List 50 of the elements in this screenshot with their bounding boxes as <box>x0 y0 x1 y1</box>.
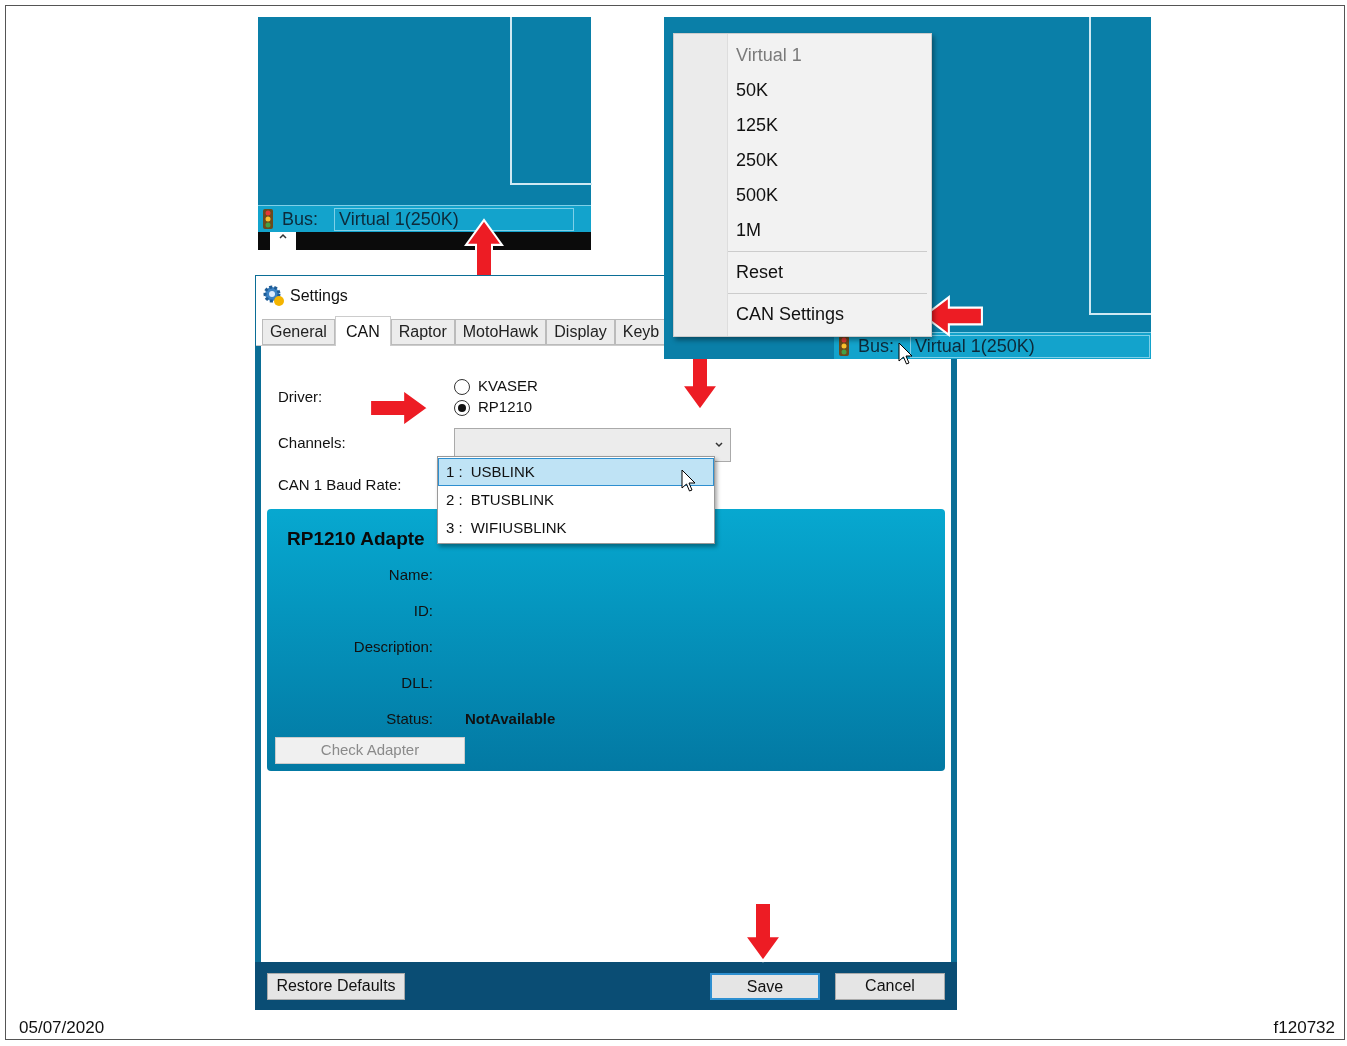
chevron-down-icon <box>714 441 724 449</box>
status-value: NotAvailable <box>465 709 557 729</box>
cancel-button[interactable]: Cancel <box>835 972 945 1000</box>
option-label: WIFIUSBLINK <box>470 517 567 538</box>
tab[interactable]: MotoHawk <box>454 319 547 345</box>
option-label: BTUSBLINK <box>470 489 555 510</box>
tab[interactable]: Display <box>546 319 615 345</box>
gear-icon <box>262 284 286 308</box>
traffic-light-icon <box>838 336 850 356</box>
option-number: 1 : <box>446 461 463 482</box>
dropdown-option[interactable]: 3 : WIFIUSBLINK <box>438 514 714 542</box>
option-number: 3 : <box>446 517 463 538</box>
menu-item[interactable]: CAN Settings <box>728 297 927 332</box>
menu-item[interactable]: 125K <box>728 108 927 143</box>
option-label: USBLINK <box>470 461 535 482</box>
figure-number: f120732 <box>1273 1017 1335 1039</box>
menu-item[interactable]: 500K <box>728 178 927 213</box>
driver-label: Driver: <box>278 386 323 407</box>
tab[interactable]: Raptor <box>390 319 455 345</box>
bus-field: Virtual 1(250K) <box>910 334 1151 358</box>
baud-rate-label: CAN 1 Baud Rate: <box>278 475 403 495</box>
menu-item[interactable]: 250K <box>728 143 927 178</box>
field-label: Description: <box>352 637 433 657</box>
menu-item[interactable]: Reset <box>728 255 927 290</box>
radio-label: KVASER <box>478 376 538 397</box>
field-label: DLL: <box>400 673 433 693</box>
radio-label: RP1210 <box>478 397 533 418</box>
chevron-up-icon[interactable] <box>270 232 296 250</box>
tab[interactable]: CAN <box>334 316 391 346</box>
date-text: 05/07/2020 <box>19 1017 105 1039</box>
traffic-light-icon <box>262 209 274 229</box>
field-label: ID: <box>412 601 433 621</box>
bus-label: Bus: <box>858 334 895 358</box>
option-number: 2 : <box>446 489 463 510</box>
mouse-cursor-icon <box>681 469 697 493</box>
window-title: Settings <box>290 286 348 306</box>
channels-label: Channels: <box>278 432 347 453</box>
bus-field: Virtual 1(250K) <box>334 207 575 231</box>
field-label: Status: <box>385 709 433 729</box>
radio-button[interactable] <box>454 378 470 395</box>
radio-button[interactable] <box>454 399 470 416</box>
panel-title: RP1210 Adapte <box>287 526 425 551</box>
menu-item[interactable]: 50K <box>728 73 927 108</box>
save-button[interactable]: Save <box>710 972 820 1000</box>
restore-defaults-button[interactable]: Restore Defaults <box>267 972 405 1000</box>
bus-label: Bus: <box>282 207 319 231</box>
field-label: Name: <box>387 565 433 585</box>
tab[interactable]: General <box>262 319 335 345</box>
menu-item[interactable]: 1M <box>728 213 927 248</box>
dropdown-option[interactable]: 2 : BTUSBLINK <box>438 486 714 514</box>
